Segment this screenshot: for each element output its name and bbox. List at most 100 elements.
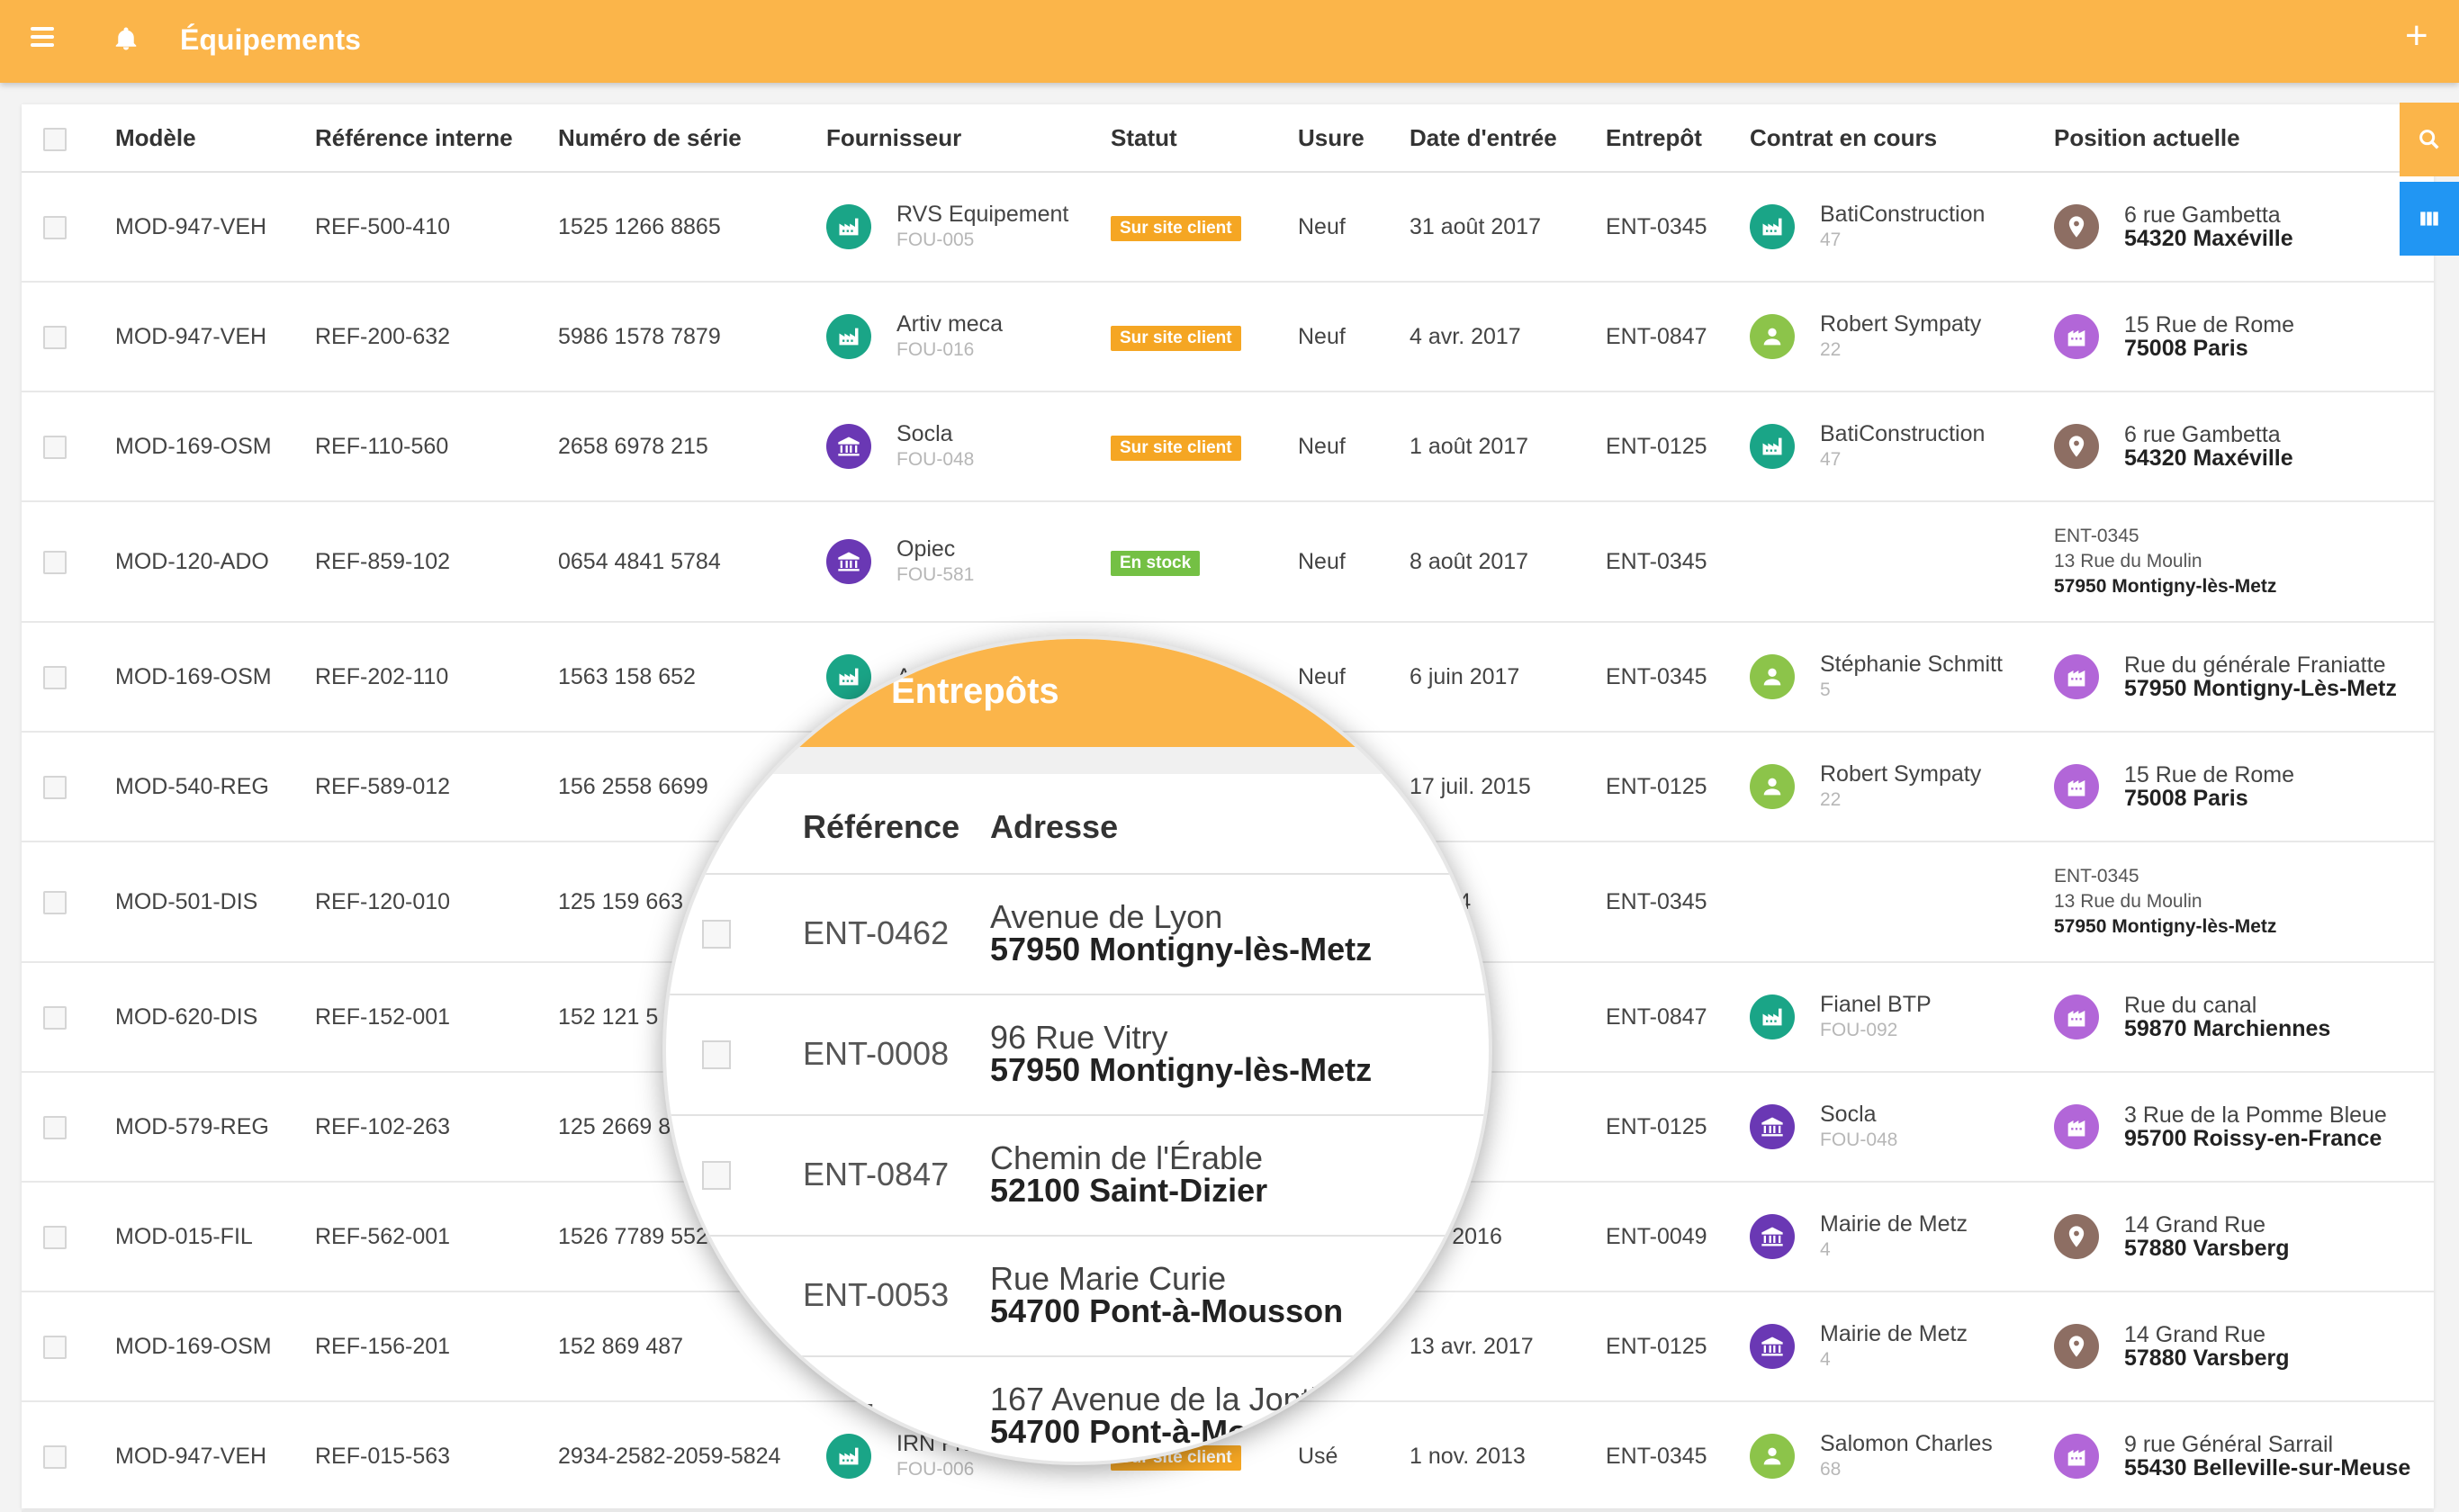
person-icon (1750, 314, 1795, 359)
column-header[interactable]: Référence interne (315, 104, 558, 173)
row-checkbox[interactable] (702, 920, 731, 949)
column-header[interactable]: Modèle (115, 104, 315, 173)
building-icon (2054, 1104, 2099, 1149)
row-checkbox[interactable] (43, 1225, 67, 1249)
warehouse-table-header: Référence Adresse (666, 774, 1489, 875)
model-cell: MOD-947-VEH (115, 1401, 315, 1512)
column-header[interactable]: Statut (1111, 104, 1298, 173)
status-badge: En stock (1111, 550, 1201, 576)
contract-name[interactable]: Fianel BTP (1820, 991, 1932, 1018)
row-checkbox[interactable] (43, 435, 67, 459)
warehouse-row[interactable]: ENT-0008 96 Rue Vitry 57950 Montigny-lès-M… (666, 995, 1489, 1116)
contract-name[interactable]: BatiConstruction (1820, 201, 1985, 228)
warehouse-cell[interactable]: ENT-0345 (1606, 842, 1750, 963)
factory-icon (1750, 424, 1795, 469)
column-header[interactable]: Usure (1298, 104, 1410, 173)
row-checkbox[interactable] (43, 325, 67, 349)
table-row[interactable]: MOD-947-VEH REF-500-410 1525 1266 8865 RVS … (22, 172, 2434, 283)
column-header[interactable]: Fournisseur (826, 104, 1111, 173)
table-row[interactable]: MOD-169-OSM REF-110-560 2658 6978 215 Socla… (22, 392, 2434, 502)
supplier-name[interactable]: Artiv meca (896, 310, 1003, 338)
warehouse-cell[interactable]: ENT-0345 (1606, 172, 1750, 283)
serial-cell: 1525 1266 8865 (558, 172, 826, 283)
model-cell: MOD-501-DIS (115, 842, 315, 963)
bank-icon (826, 539, 871, 584)
hamburger-menu-icon[interactable] (31, 27, 54, 47)
search-icon (2419, 130, 2439, 149)
warehouse-cell[interactable]: ENT-0345 (1606, 1401, 1750, 1512)
map-pin-icon (2054, 204, 2099, 249)
column-header[interactable]: Date d'entrée (1410, 104, 1606, 173)
contract-name[interactable]: BatiConstruction (1820, 420, 1985, 447)
row-checkbox[interactable] (43, 550, 67, 574)
row-checkbox[interactable] (43, 665, 67, 689)
person-icon (1750, 764, 1795, 809)
contract-cell: Robert Sympaty 22 (1750, 732, 2054, 842)
column-header[interactable]: Entrepôt (1606, 104, 1750, 173)
warehouse-cell[interactable]: ENT-0847 (1606, 282, 1750, 392)
supplier-name[interactable]: RVS Equipement (896, 201, 1068, 228)
row-checkbox[interactable] (702, 1402, 731, 1431)
warehouse-cell[interactable]: ENT-0125 (1606, 1292, 1750, 1402)
column-header[interactable]: Adresse (990, 808, 1118, 846)
warehouse-cell[interactable]: ENT-0345 (1606, 501, 1750, 623)
row-checkbox[interactable] (43, 1005, 67, 1030)
column-header[interactable]: Référence (803, 808, 959, 846)
row-checkbox[interactable] (43, 1115, 67, 1139)
contract-name[interactable]: Salomon Charles (1820, 1430, 1993, 1457)
warehouse-row[interactable]: ENT-0462 Avenue de Lyon 57950 Montigny-lès… (666, 875, 1489, 995)
warehouse-cell[interactable]: ENT-0345 (1606, 622, 1750, 733)
serial-cell: 5986 1578 7879 (558, 282, 826, 392)
internal-ref-cell: REF-015-563 (315, 1401, 558, 1512)
contract-name[interactable]: Stéphanie Schmitt (1820, 651, 2003, 678)
bell-icon[interactable] (113, 25, 140, 54)
page-title: Équipements (180, 23, 361, 56)
column-header[interactable]: Numéro de série (558, 104, 826, 173)
contract-name[interactable]: Robert Sympaty (1820, 760, 1981, 788)
factory-icon (826, 314, 871, 359)
model-cell: MOD-169-OSM (115, 1292, 315, 1402)
contract-sub: 22 (1820, 789, 1842, 810)
contract-name[interactable]: Mairie de Metz (1820, 1320, 1968, 1347)
table-row[interactable]: MOD-120-ADO REF-859-102 0654 4841 5784 Opie… (22, 501, 2434, 623)
contract-sub: FOU-048 (1820, 1130, 1898, 1150)
warehouse-cell[interactable]: ENT-0049 (1606, 1182, 1750, 1292)
row-checkbox[interactable] (702, 1040, 731, 1069)
position-city: 75008 Paris (2124, 336, 2248, 361)
row-checkbox[interactable] (43, 890, 67, 914)
supplier-cell: Opiec FOU-581 (826, 501, 1111, 623)
position-street: 3 Rue de la Pomme Bleue (2124, 1102, 2387, 1128)
supplier-name[interactable]: Opiec (896, 536, 974, 562)
column-header[interactable]: Position actuelle (2054, 104, 2434, 173)
warehouse-city: 54700 Pont-à-Mou (990, 1413, 1268, 1450)
warehouse-cell[interactable]: ENT-0125 (1606, 392, 1750, 502)
warehouse-row[interactable]: ENT-0847 Chemin de l'Érable 52100 Saint-Di… (666, 1116, 1489, 1237)
search-button[interactable] (2400, 103, 2459, 176)
add-button[interactable]: + (2405, 16, 2428, 56)
row-checkbox[interactable] (43, 1444, 67, 1469)
model-cell: MOD-120-ADO (115, 501, 315, 623)
position-city: 57880 Varsberg (2124, 1236, 2290, 1261)
row-checkbox[interactable] (702, 1282, 731, 1310)
contract-name[interactable]: Socla (1820, 1101, 1897, 1128)
row-checkbox[interactable] (43, 1335, 67, 1359)
model-cell: MOD-169-OSM (115, 622, 315, 733)
select-all-checkbox[interactable] (43, 127, 67, 151)
internal-ref-cell: REF-152-001 (315, 962, 558, 1073)
row-checkbox[interactable] (43, 775, 67, 799)
supplier-code: FOU-005 (896, 230, 975, 250)
warehouse-row[interactable]: ENT-0053 Rue Marie Curie 54700 Pont-à-Mous… (666, 1237, 1489, 1357)
model-cell: MOD-947-VEH (115, 282, 315, 392)
warehouse-row[interactable]: 0125 167 Avenue de la Jontiè 54700 Pont-à-… (666, 1357, 1489, 1462)
warehouse-cell[interactable]: ENT-0125 (1606, 1072, 1750, 1183)
view-toggle-button[interactable] (2400, 182, 2459, 256)
supplier-name[interactable]: Socla (896, 420, 974, 447)
row-checkbox[interactable] (702, 1161, 731, 1190)
contract-name[interactable]: Robert Sympaty (1820, 310, 1981, 338)
warehouse-cell[interactable]: ENT-0125 (1606, 732, 1750, 842)
row-checkbox[interactable] (43, 215, 67, 239)
column-header[interactable]: Contrat en cours (1750, 104, 2054, 173)
warehouse-cell[interactable]: ENT-0847 (1606, 962, 1750, 1073)
contract-name[interactable]: Mairie de Metz (1820, 1210, 1968, 1238)
table-row[interactable]: MOD-947-VEH REF-200-632 5986 1578 7879 Arti… (22, 282, 2434, 392)
